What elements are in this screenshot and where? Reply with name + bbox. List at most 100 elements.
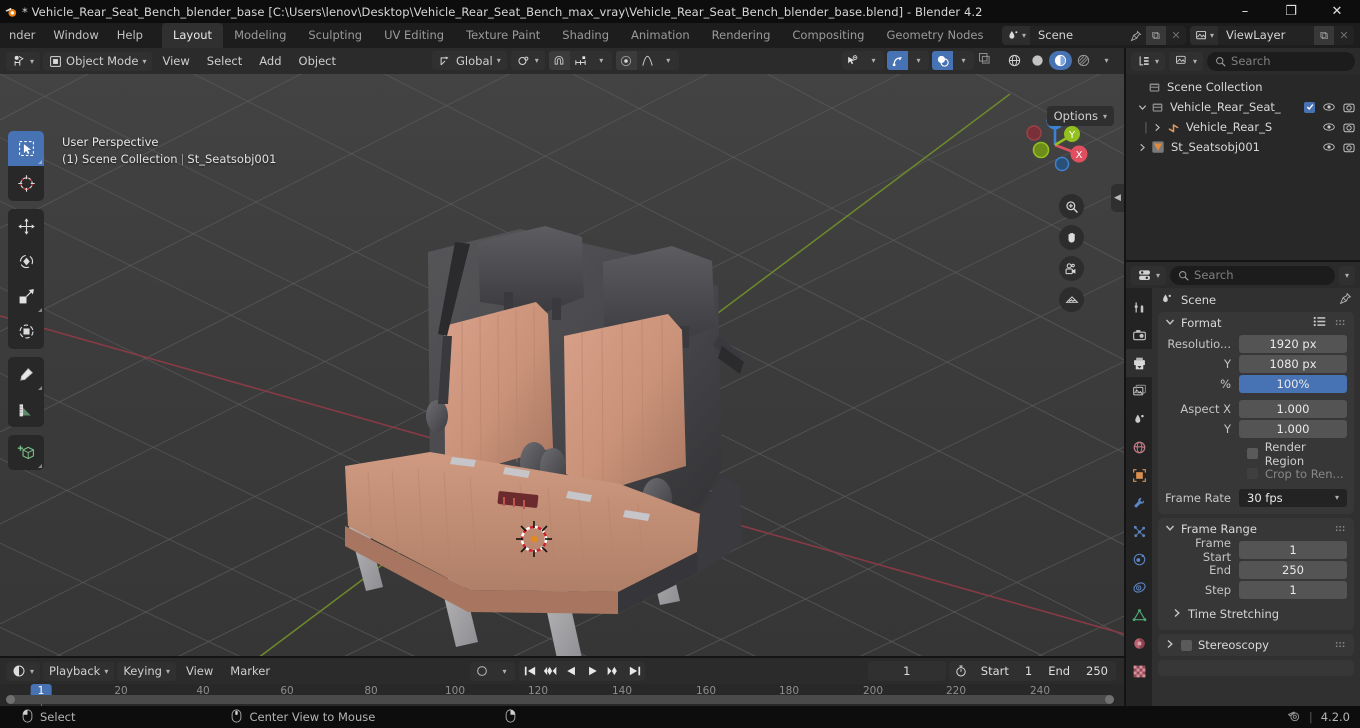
object-mode-selector[interactable]: Object Mode ▾ (43, 51, 153, 71)
viewport-options-button[interactable]: Options ▾ (1046, 106, 1114, 126)
outliner-row-vehicle-object[interactable]: | Vehicle_Rear_S (1126, 117, 1360, 137)
tab-modeling[interactable]: Modeling (223, 23, 297, 48)
tool-add-cube[interactable] (8, 435, 44, 470)
menu-window[interactable]: Window (44, 26, 107, 45)
aspect-y-field[interactable]: 1.000 (1239, 419, 1347, 438)
previous-keyframe-button[interactable] (540, 661, 561, 681)
camera-view-icon[interactable] (1059, 256, 1084, 281)
tool-rotate[interactable] (8, 244, 44, 279)
view-layer-icon[interactable]: ▾ (1189, 26, 1218, 45)
current-frame-field[interactable]: 1 (867, 661, 946, 681)
tab-layout[interactable]: Layout (161, 23, 224, 48)
chevron-down-icon[interactable]: ▾ (863, 51, 884, 70)
play-reverse-button[interactable] (561, 661, 582, 681)
timeline-menu-view[interactable]: View (179, 662, 220, 681)
camera-icon[interactable] (1343, 102, 1355, 113)
chevron-right-icon[interactable] (1172, 608, 1182, 621)
time-stretching-subpanel[interactable]: Time Stretching (1158, 604, 1354, 624)
eye-icon[interactable] (1323, 142, 1335, 152)
magnet-icon[interactable] (548, 51, 570, 70)
keying-menu[interactable]: Keying ▾ (117, 661, 176, 681)
tab-sculpting[interactable]: Sculpting (297, 23, 373, 48)
drag-handle-icon[interactable] (1335, 523, 1347, 536)
render-region-row[interactable]: Render Region (1165, 440, 1347, 468)
maximize-button[interactable]: ❐ (1268, 0, 1314, 23)
chevron-down-icon[interactable]: ▾ (1095, 51, 1118, 70)
minimize-button[interactable]: – (1222, 0, 1268, 23)
show-overlays-icon[interactable] (932, 51, 953, 70)
outliner-row-vehicle-collection[interactable]: Vehicle_Rear_Seat_ (1126, 97, 1360, 117)
tool-scale[interactable] (8, 279, 44, 314)
toggle-orthographic-icon[interactable] (1059, 287, 1084, 312)
editor-seam-horizontal-right[interactable] (1126, 260, 1360, 262)
tab-world[interactable] (1126, 433, 1152, 461)
shading-wireframe-icon[interactable] (1003, 51, 1026, 70)
playback-menu[interactable]: Playback ▾ (43, 661, 115, 681)
outliner-editor[interactable]: ▾ ▾ Search Scene Collection Vehicle_Rear… (1126, 48, 1360, 260)
outliner-display-mode[interactable]: ▾ (1169, 51, 1204, 71)
chevron-down-icon[interactable]: ▾ (658, 51, 679, 70)
resolution-x-field[interactable]: 1920 px (1239, 334, 1347, 353)
viewport-menu-select[interactable]: Select (200, 52, 249, 71)
object-visibility-icon[interactable] (842, 51, 863, 70)
viewlayer-name[interactable]: ViewLayer (1218, 26, 1314, 45)
properties-search-input[interactable]: Search (1170, 265, 1335, 285)
tab-scene[interactable] (1126, 405, 1152, 433)
frame-range-panel-header[interactable]: Frame Range (1158, 518, 1354, 540)
falloff-curve-icon[interactable] (637, 51, 658, 70)
scene-name[interactable]: Scene (1029, 26, 1126, 45)
tab-material[interactable] (1126, 629, 1152, 657)
chevron-right-icon[interactable] (1165, 639, 1175, 652)
editor-seam-vertical[interactable] (1124, 48, 1126, 706)
camera-icon[interactable] (1343, 142, 1355, 153)
shading-solid-icon[interactable] (1026, 51, 1049, 70)
pin-icon[interactable] (1339, 292, 1352, 308)
chevron-right-icon[interactable] (1136, 143, 1148, 152)
toggle-xray-icon[interactable] (977, 51, 1000, 70)
tab-texture[interactable] (1126, 657, 1152, 685)
frame-start-field[interactable]: 1 (1239, 540, 1347, 559)
tab-output[interactable] (1126, 349, 1152, 377)
tool-measure[interactable] (8, 392, 44, 427)
presets-icon[interactable] (1313, 316, 1327, 330)
viewport-menu-view[interactable]: View (155, 52, 196, 71)
3d-viewport[interactable]: User Perspective (1) Scene Collection | St… (0, 48, 1124, 658)
stereoscopy-checkbox[interactable] (1181, 639, 1192, 651)
properties-editor-type[interactable]: ▾ (1131, 265, 1167, 285)
show-gizmo-icon[interactable] (887, 51, 908, 70)
aspect-x-field[interactable]: 1.000 (1239, 399, 1347, 418)
scene-icon[interactable]: ▾ (1001, 26, 1030, 45)
tab-modifiers[interactable] (1126, 489, 1152, 517)
editor-type-selector[interactable]: ▾ (6, 51, 41, 71)
sidebar-toggle-arrow[interactable]: ◀ (1111, 184, 1124, 212)
eye-icon[interactable] (1323, 122, 1335, 132)
scene-selector[interactable]: ▾ Scene ⧉ ✕ (1001, 26, 1186, 45)
timeline-editor[interactable]: ▾ Playback ▾ Keying ▾ View Marker ▾ 1 St… (0, 658, 1124, 728)
tab-view-layer[interactable] (1126, 377, 1152, 405)
drag-handle-icon[interactable] (1335, 317, 1347, 330)
stereoscopy-panel-header[interactable]: Stereoscopy (1158, 634, 1354, 656)
drag-handle-icon[interactable] (1335, 639, 1347, 652)
viewport-menu-add[interactable]: Add (252, 52, 288, 71)
viewlayer-selector[interactable]: ▾ ViewLayer ⧉ ✕ (1189, 26, 1354, 45)
snap-pivot-selector[interactable]: ▾ (510, 51, 545, 70)
remove-viewlayer-button[interactable]: ✕ (1334, 26, 1354, 45)
shading-rendered-icon[interactable] (1072, 51, 1095, 70)
camera-icon[interactable] (1343, 122, 1355, 133)
tool-tweak-select-box[interactable] (8, 131, 44, 166)
outliner-row-seat-object[interactable]: St_Seatsobj001 (1126, 137, 1360, 157)
use-preview-range-icon[interactable] (949, 661, 973, 681)
next-keyframe-button[interactable] (603, 661, 624, 681)
viewport-canvas[interactable]: User Perspective (1) Scene Collection | St… (0, 74, 1124, 658)
chevron-down-icon[interactable] (1165, 523, 1175, 536)
timeline-menu-marker[interactable]: Marker (223, 662, 277, 681)
format-panel-header[interactable]: Format (1158, 312, 1354, 334)
resolution-percent-field[interactable]: 100% (1239, 374, 1347, 393)
tab-rendering[interactable]: Rendering (701, 23, 782, 48)
tool-move[interactable] (8, 209, 44, 244)
new-scene-button[interactable]: ⧉ (1145, 26, 1166, 45)
jump-to-start-button[interactable] (519, 661, 540, 681)
outliner-editor-type[interactable]: ▾ (1131, 51, 1166, 71)
timeline-scrollbar[interactable] (6, 695, 1114, 704)
tab-compositing[interactable]: Compositing (781, 23, 875, 48)
